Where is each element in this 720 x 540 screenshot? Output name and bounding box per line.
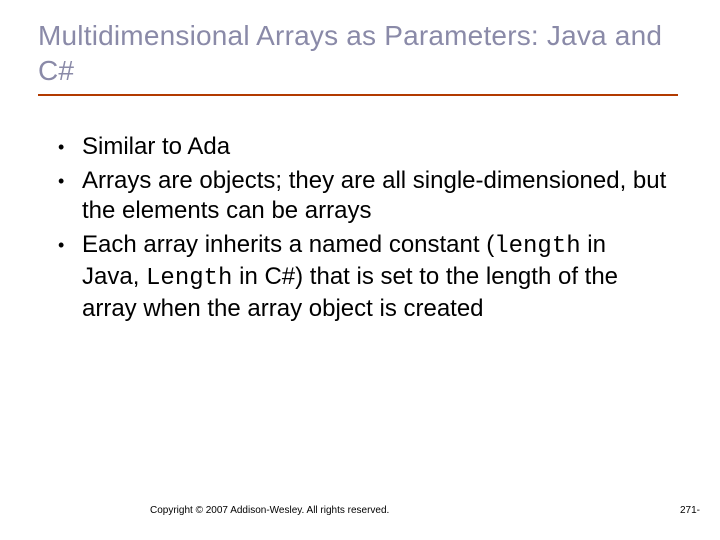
slide: Multidimensional Arrays as Parameters: J… xyxy=(0,0,720,540)
code-text: Length xyxy=(146,265,232,292)
footer-page-number: 271- xyxy=(680,505,700,516)
bullet-text: Each array inherits a named constant ( xyxy=(82,231,494,258)
bullet-text: Similar to Ada xyxy=(82,133,230,160)
slide-body: Similar to Ada Arrays are objects; they … xyxy=(52,132,668,328)
slide-title: Multidimensional Arrays as Parameters: J… xyxy=(38,18,678,94)
footer-copyright: Copyright © 2007 Addison-Wesley. All rig… xyxy=(150,505,389,516)
bullet-text: Arrays are objects; they are all single-… xyxy=(82,167,666,224)
bullet-list: Similar to Ada Arrays are objects; they … xyxy=(52,132,668,324)
code-text: length xyxy=(494,233,580,260)
title-rule xyxy=(38,94,678,96)
list-item: Each array inherits a named constant (le… xyxy=(52,230,668,324)
list-item: Arrays are objects; they are all single-… xyxy=(52,166,668,226)
list-item: Similar to Ada xyxy=(52,132,668,162)
title-block: Multidimensional Arrays as Parameters: J… xyxy=(38,18,678,96)
